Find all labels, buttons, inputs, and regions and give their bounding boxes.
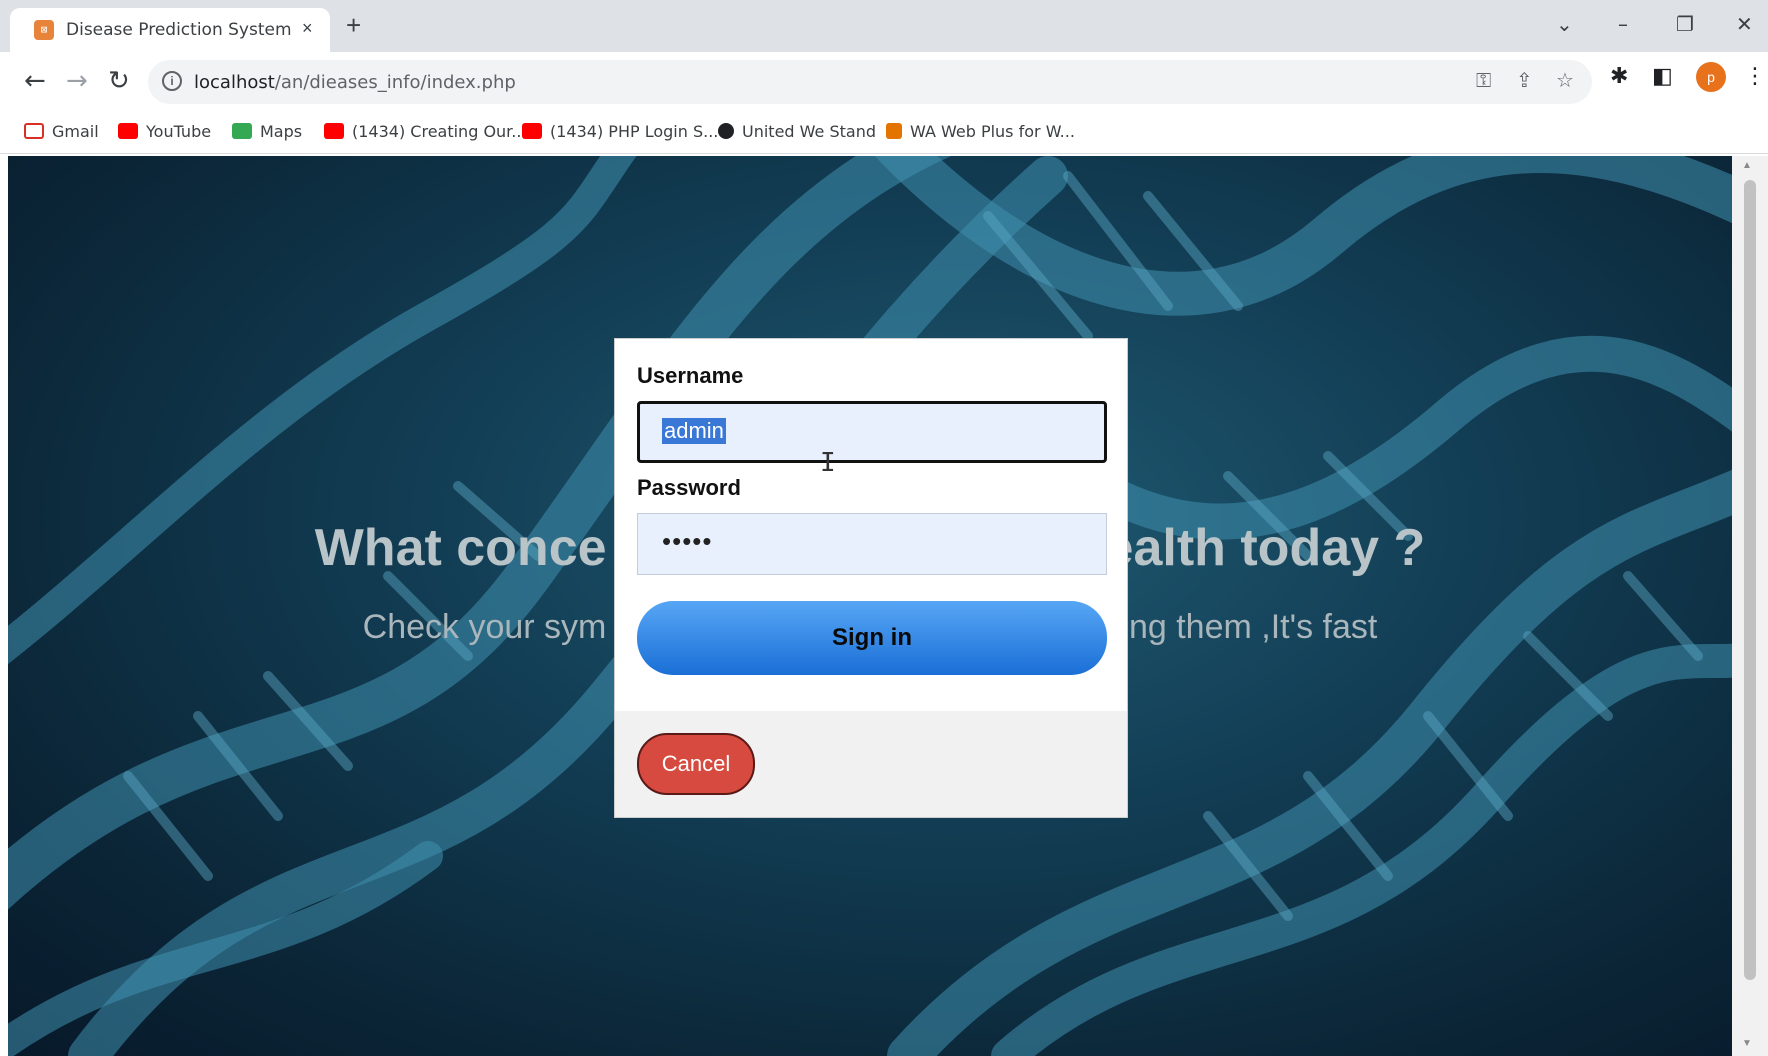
restore-icon[interactable]: ❐ [1676, 12, 1694, 36]
username-label: Username [637, 363, 744, 388]
hero-title-left: What conce [314, 519, 607, 577]
bookmark-label: WA Web Plus for W... [910, 122, 1075, 141]
scroll-up-icon[interactable]: ▲ [1742, 160, 1752, 171]
scroll-thumb[interactable] [1744, 180, 1756, 980]
tab-title: Disease Prediction System [66, 20, 292, 40]
password-label: Password [637, 475, 741, 500]
tab-close-icon[interactable]: × [302, 18, 313, 39]
xampp-favicon-icon: ⊠ [34, 20, 54, 40]
new-tab-button[interactable]: + [346, 12, 361, 38]
browser-tab[interactable]: ⊠ Disease Prediction System × [10, 8, 330, 52]
bookmark-label: (1434) Creating Our... [352, 122, 527, 141]
url-path: /an/dieases_info/index.php [274, 72, 516, 93]
youtube-icon [324, 123, 344, 139]
cancel-button[interactable]: Cancel [637, 733, 755, 795]
gmail-icon [24, 123, 44, 139]
site-info-icon[interactable]: i [162, 71, 182, 91]
text-cursor-icon: I [820, 448, 836, 478]
browser-tab-bar: ⊠ Disease Prediction System × + ⌄ – ❐ ✕ [0, 0, 1768, 52]
url-text[interactable]: localhost/an/dieases_info/index.php [194, 72, 516, 93]
bookmark-creating-our[interactable]: (1434) Creating Our... [324, 122, 527, 141]
browser-toolbar: ← → ↻ i localhost/an/dieases_info/index.… [0, 52, 1768, 114]
maps-icon [232, 123, 252, 139]
bookmark-star-icon[interactable]: ☆ [1556, 68, 1574, 92]
bookmark-label: Gmail [52, 122, 99, 141]
youtube-icon [522, 123, 542, 139]
password-input[interactable]: ••••• [637, 513, 1107, 575]
hero-subtitle-left: Check your sym [362, 608, 607, 646]
tab-search-icon[interactable]: ⌄ [1556, 12, 1573, 36]
extension-icon [886, 123, 902, 139]
address-bar[interactable]: i localhost/an/dieases_info/index.php ⚿ … [148, 60, 1592, 104]
username-input[interactable]: admin I [637, 401, 1107, 478]
login-modal: Username admin I Password ••••• Sign in … [614, 338, 1128, 818]
close-window-icon[interactable]: ✕ [1736, 12, 1753, 36]
bookmark-php-login[interactable]: (1434) PHP Login S... [522, 122, 718, 141]
login-form: Username admin I Password ••••• Sign in [615, 339, 1127, 711]
scroll-down-icon[interactable]: ▼ [1742, 1038, 1752, 1049]
reload-icon[interactable]: ↻ [108, 66, 130, 96]
login-modal-footer: Cancel [615, 711, 1127, 817]
profile-avatar[interactable]: p [1696, 62, 1726, 92]
bookmark-wa-web-plus[interactable]: WA Web Plus for W... [886, 122, 1075, 141]
bookmark-label: United We Stand [742, 122, 876, 141]
side-panel-icon[interactable]: ◧ [1652, 64, 1673, 89]
extensions-puzzle-icon[interactable]: ✱ [1610, 64, 1628, 89]
share-icon[interactable]: ⇪ [1516, 68, 1533, 92]
back-icon[interactable]: ← [24, 66, 46, 96]
hero-title-right: ealth today ? [1104, 519, 1426, 577]
globe-icon [718, 123, 734, 139]
bookmark-label: Maps [260, 122, 303, 141]
menu-kebab-icon[interactable]: ⋮ [1744, 64, 1766, 89]
username-value: admin [662, 418, 726, 444]
hero-subtitle-right: sing them ,It's fast [1104, 608, 1378, 646]
sign-in-button[interactable]: Sign in [637, 601, 1107, 675]
bookmark-maps[interactable]: Maps [232, 122, 302, 141]
youtube-icon [118, 123, 138, 139]
password-mask: ••••• [662, 526, 713, 556]
bookmark-gmail[interactable]: Gmail [24, 122, 99, 141]
bookmark-united-we-stand[interactable]: United We Stand [718, 122, 876, 141]
bookmark-label: (1434) PHP Login S... [550, 122, 719, 141]
password-key-icon[interactable]: ⚿ [1476, 68, 1491, 92]
forward-icon[interactable]: → [66, 66, 88, 96]
page-scrollbar[interactable]: ▲ ▼ [1732, 156, 1768, 1056]
bookmark-label: YouTube [146, 122, 212, 141]
minimize-icon[interactable]: – [1618, 12, 1628, 36]
bookmarks-bar: Gmail YouTube Maps (1434) Creating Our..… [0, 114, 1768, 154]
url-host: localhost [194, 72, 275, 93]
bookmark-youtube[interactable]: YouTube [118, 122, 211, 141]
